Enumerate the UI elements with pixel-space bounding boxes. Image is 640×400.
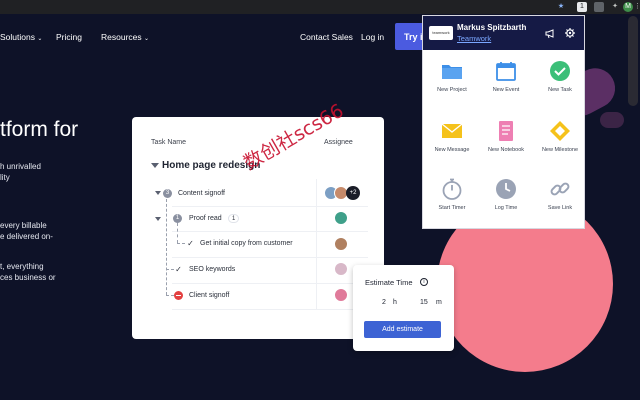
contact-sales-link[interactable]: Contact Sales xyxy=(300,32,353,42)
decorative-blob xyxy=(600,112,624,128)
column-divider xyxy=(316,179,317,309)
puzzle-icon[interactable]: ✦ xyxy=(610,2,620,12)
tile-label: New Message xyxy=(434,147,470,153)
extension-badge-icon[interactable] xyxy=(594,2,604,12)
hours-input[interactable]: 2 xyxy=(382,299,386,306)
stopwatch-icon xyxy=(442,178,462,200)
star-icon[interactable]: ★ xyxy=(556,2,566,12)
minutes-unit: m xyxy=(436,299,442,306)
info-icon[interactable]: i xyxy=(420,278,428,286)
teamwork-extension-popup: teamwork Markus Spitzbarth Teamwork New … xyxy=(422,15,585,229)
teamwork-logo: teamwork xyxy=(429,26,453,40)
link-icon xyxy=(550,182,570,196)
menu-icon[interactable]: ⋮ xyxy=(634,2,640,12)
user-name: Markus Spitzbarth xyxy=(457,23,527,32)
task-label[interactable]: SEO keywords xyxy=(189,266,235,273)
avatar xyxy=(334,288,348,302)
envelope-icon xyxy=(441,123,463,138)
collapse-caret-icon[interactable] xyxy=(155,217,161,221)
more-assignees-badge[interactable]: +2 xyxy=(346,186,360,200)
chevron-down-icon: ⌄ xyxy=(144,36,150,42)
nav-solutions-label: Solutions xyxy=(0,32,35,42)
tile-label: Log Time xyxy=(494,205,518,211)
nav-resources[interactable]: Resources ⌄ xyxy=(101,32,149,42)
tree-line xyxy=(166,295,174,296)
scrollbar[interactable] xyxy=(628,16,638,106)
save-link-button[interactable]: Save Link xyxy=(533,178,587,234)
tree-line xyxy=(177,223,178,243)
subtask-count-badge: 3 xyxy=(163,189,172,198)
tree-line xyxy=(177,243,185,244)
folder-icon xyxy=(442,65,462,79)
task-label[interactable]: Get initial copy from customer xyxy=(200,240,293,247)
tree-line xyxy=(166,269,174,270)
check-circle-icon xyxy=(550,61,570,81)
new-message-button[interactable]: New Message xyxy=(425,120,479,176)
estimate-time-popup: Estimate Time i 2 h 15 m Add estimate xyxy=(353,265,454,351)
log-time-button[interactable]: Log Time xyxy=(479,178,533,234)
tree-line xyxy=(166,199,167,295)
browser-toolbar: ★ 1 ✦ M ⋮ xyxy=(0,0,640,14)
blocked-status-icon[interactable] xyxy=(174,291,183,300)
estimate-title: Estimate Time xyxy=(365,278,413,287)
checkbox-checked-icon[interactable]: ✓ xyxy=(186,239,195,248)
extension-badge-icon[interactable]: 1 xyxy=(577,2,587,12)
popup-header: teamwork Markus Spitzbarth Teamwork xyxy=(423,16,584,50)
tile-label: New Project xyxy=(437,87,467,93)
avatar xyxy=(334,237,348,251)
hero-text-line: lity xyxy=(0,173,10,182)
tile-label: New Milestone xyxy=(541,147,579,153)
hours-unit: h xyxy=(393,299,397,306)
avatar xyxy=(334,262,348,276)
megaphone-icon[interactable] xyxy=(545,27,557,39)
nav-resources-label: Resources xyxy=(101,32,142,42)
minutes-input[interactable]: 15 xyxy=(420,299,428,306)
comment-count-badge[interactable]: 1 xyxy=(228,214,240,223)
login-link[interactable]: Log in xyxy=(361,32,384,42)
tile-label: Save Link xyxy=(547,205,573,211)
row-divider xyxy=(172,206,368,207)
add-estimate-button[interactable]: Add estimate xyxy=(364,321,441,338)
hero-text-line: ces business or xyxy=(0,273,56,282)
task-name-header: Task Name xyxy=(151,139,187,146)
new-milestone-button[interactable]: New Milestone xyxy=(533,120,587,176)
milestone-diamond-icon xyxy=(550,121,570,141)
organization-link[interactable]: Teamwork xyxy=(457,34,491,43)
row-divider xyxy=(172,309,368,310)
subtask-count-badge: 1 xyxy=(173,214,182,223)
new-event-button[interactable]: New Event xyxy=(479,60,533,116)
task-label[interactable]: Content signoff xyxy=(178,190,225,197)
notebook-icon xyxy=(499,121,513,141)
chevron-down-icon: ⌄ xyxy=(37,36,43,42)
new-task-button[interactable]: New Task xyxy=(533,60,587,116)
row-divider xyxy=(172,283,368,284)
row-divider xyxy=(172,231,368,232)
task-label[interactable]: Proof read xyxy=(189,215,222,222)
hero-text-line: t, everything xyxy=(0,262,44,271)
clock-icon xyxy=(496,179,516,199)
nav-pricing[interactable]: Pricing xyxy=(56,32,82,42)
assignee-header: Assignee xyxy=(324,139,353,146)
hero-text-line: h unrivalled xyxy=(0,162,41,171)
nav-solutions[interactable]: Solutions ⌄ xyxy=(0,32,42,42)
tile-label: New Event xyxy=(492,87,520,93)
hero-title: tform for xyxy=(0,118,79,141)
row-divider xyxy=(172,257,368,258)
start-timer-button[interactable]: Start Timer xyxy=(425,178,479,234)
task-label[interactable]: Client signoff xyxy=(189,292,229,299)
checkbox-checked-icon[interactable]: ✓ xyxy=(174,265,183,274)
avatar xyxy=(334,211,348,225)
profile-avatar-icon[interactable]: M xyxy=(623,2,633,12)
tile-label: New Notebook xyxy=(487,147,525,153)
tile-label: Start Timer xyxy=(438,205,466,211)
hero-text-line: every billable xyxy=(0,221,47,230)
collapse-caret-icon[interactable] xyxy=(155,191,161,195)
new-project-button[interactable]: New Project xyxy=(425,60,479,116)
calendar-icon xyxy=(496,62,516,81)
new-notebook-button[interactable]: New Notebook xyxy=(479,120,533,176)
collapse-caret-icon[interactable] xyxy=(151,163,159,168)
gear-icon[interactable] xyxy=(564,27,576,39)
tile-label: New Task xyxy=(548,87,572,93)
hero-text-line: e delivered on- xyxy=(0,232,53,241)
